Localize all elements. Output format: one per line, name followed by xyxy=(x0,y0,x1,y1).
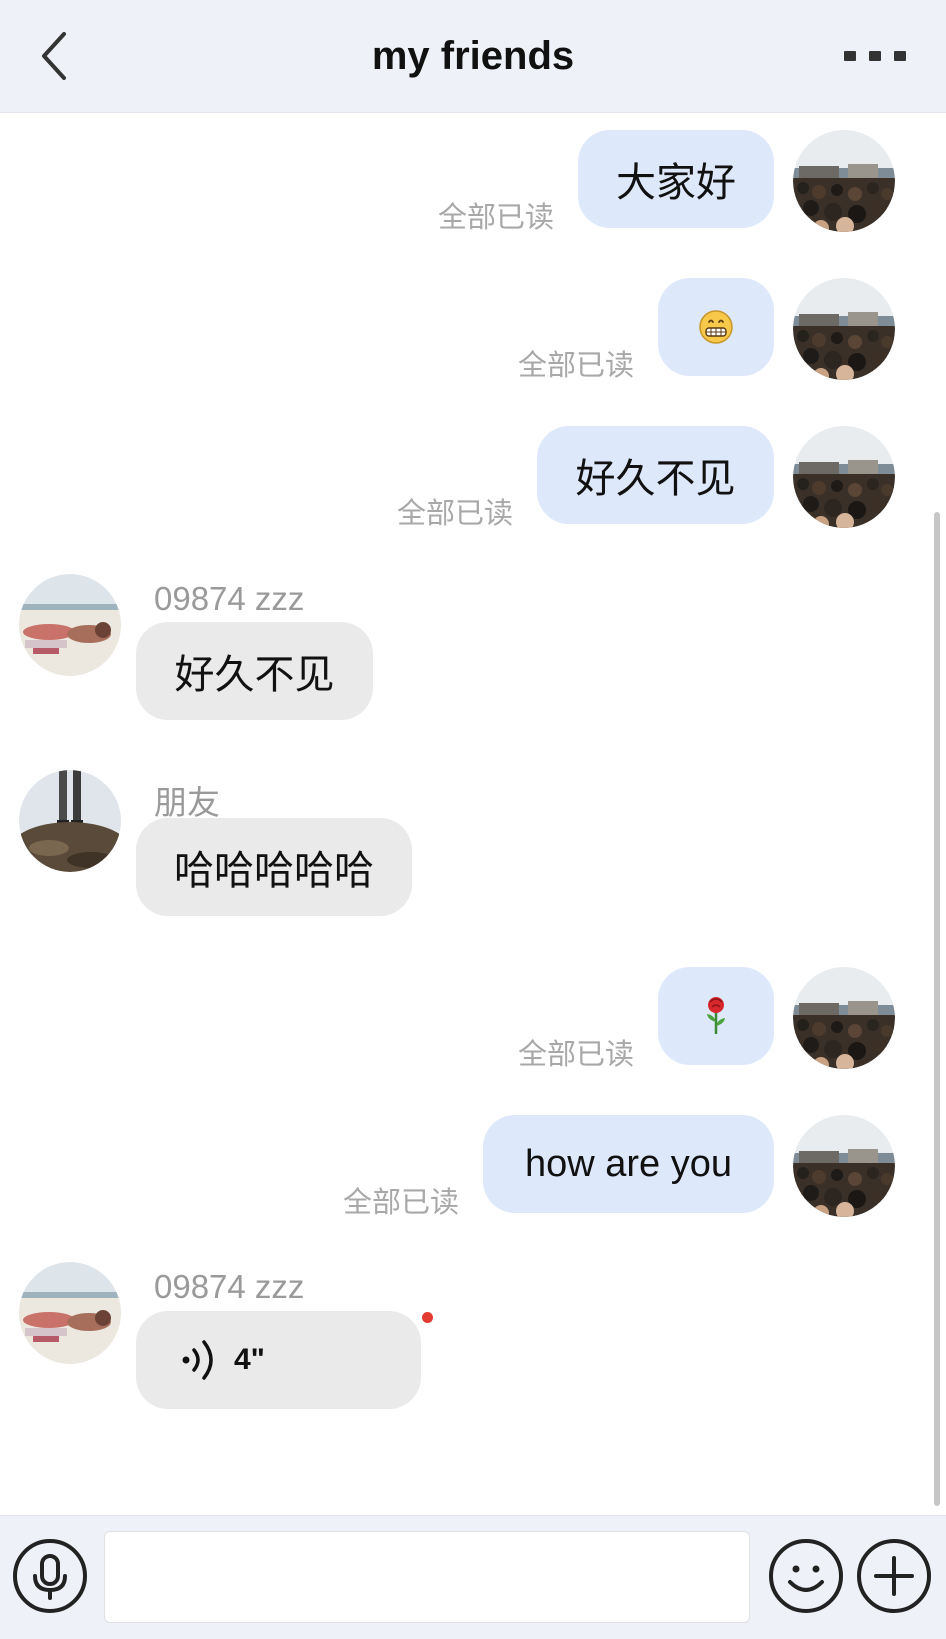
grinning-face-icon xyxy=(699,310,733,344)
sender-name: 朋友 xyxy=(154,784,220,821)
read-receipt: 全部已读 xyxy=(343,1187,460,1219)
message-bubble[interactable]: 大家好 xyxy=(578,130,774,228)
scrollbar[interactable] xyxy=(934,512,940,1506)
contact-avatar[interactable] xyxy=(19,770,121,872)
my-avatar[interactable] xyxy=(793,130,895,232)
voice-wave-icon xyxy=(182,1340,213,1380)
more-icon[interactable] xyxy=(844,48,906,64)
chat-header: my friends xyxy=(0,0,946,113)
message-bubble[interactable]: 哈哈哈哈哈 xyxy=(136,818,412,916)
message-bubble[interactable]: 好久不见 xyxy=(136,622,373,720)
contact-avatar[interactable] xyxy=(19,574,121,676)
message-bubble[interactable]: 好久不见 xyxy=(537,426,774,524)
unread-dot xyxy=(422,1312,433,1323)
read-receipt: 全部已读 xyxy=(518,1039,635,1071)
my-avatar[interactable] xyxy=(793,1115,895,1217)
message-bubble-emoji[interactable] xyxy=(658,967,774,1065)
sender-name: 09874 zzz xyxy=(154,580,305,617)
message-bubble[interactable]: how are you xyxy=(483,1115,774,1213)
plus-icon[interactable] xyxy=(856,1538,932,1614)
my-avatar[interactable] xyxy=(793,967,895,1069)
rose-icon xyxy=(707,997,725,1034)
message-bubble-emoji[interactable] xyxy=(658,278,774,376)
voice-duration: 4" xyxy=(234,1343,265,1376)
sender-name: 09874 zzz xyxy=(154,1268,305,1305)
microphone-icon[interactable] xyxy=(12,1538,88,1614)
read-receipt: 全部已读 xyxy=(438,202,555,234)
my-avatar[interactable] xyxy=(793,426,895,528)
message-input[interactable] xyxy=(104,1531,750,1623)
read-receipt: 全部已读 xyxy=(518,350,635,382)
voice-message-bubble[interactable]: 4" xyxy=(136,1311,421,1409)
contact-avatar[interactable] xyxy=(19,1262,121,1364)
read-receipt: 全部已读 xyxy=(397,498,514,530)
smiley-icon[interactable] xyxy=(768,1538,844,1614)
page-title: my friends xyxy=(371,34,575,78)
my-avatar[interactable] xyxy=(793,278,895,380)
input-bar xyxy=(0,1515,946,1639)
